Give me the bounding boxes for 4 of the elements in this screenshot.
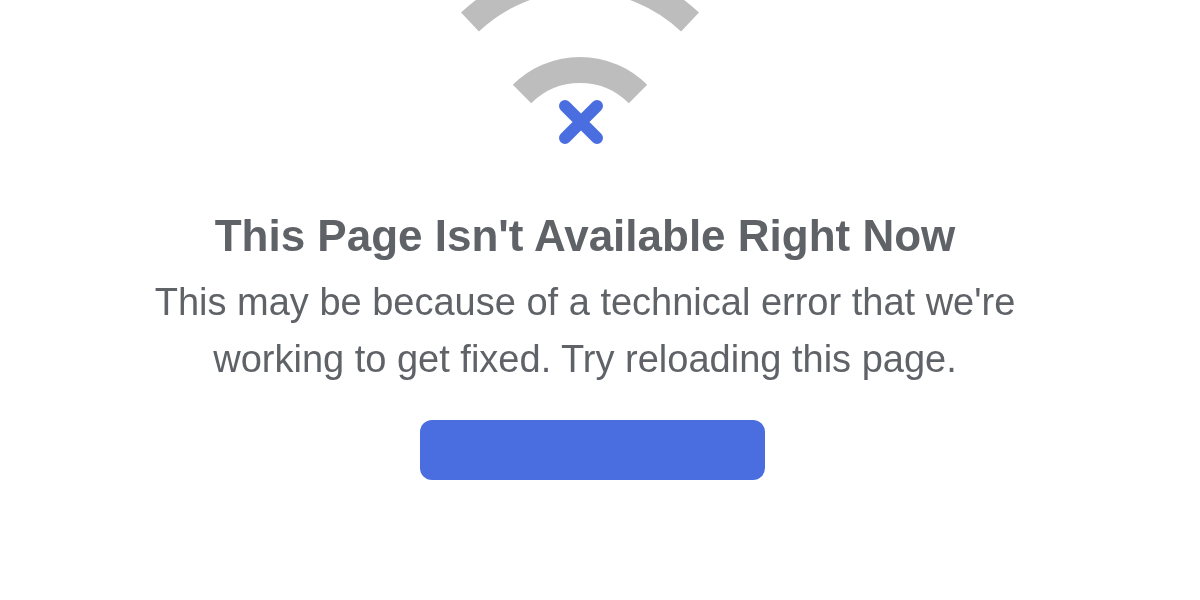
error-message: This may be because of a technical error that we're working to get fixed. Try reloading this page.	[153, 280, 1017, 382]
wifi-off-icon	[461, 0, 699, 144]
error-title: This Page Isn't Available Right Now	[213, 210, 957, 262]
reload-button[interactable]	[420, 420, 765, 480]
